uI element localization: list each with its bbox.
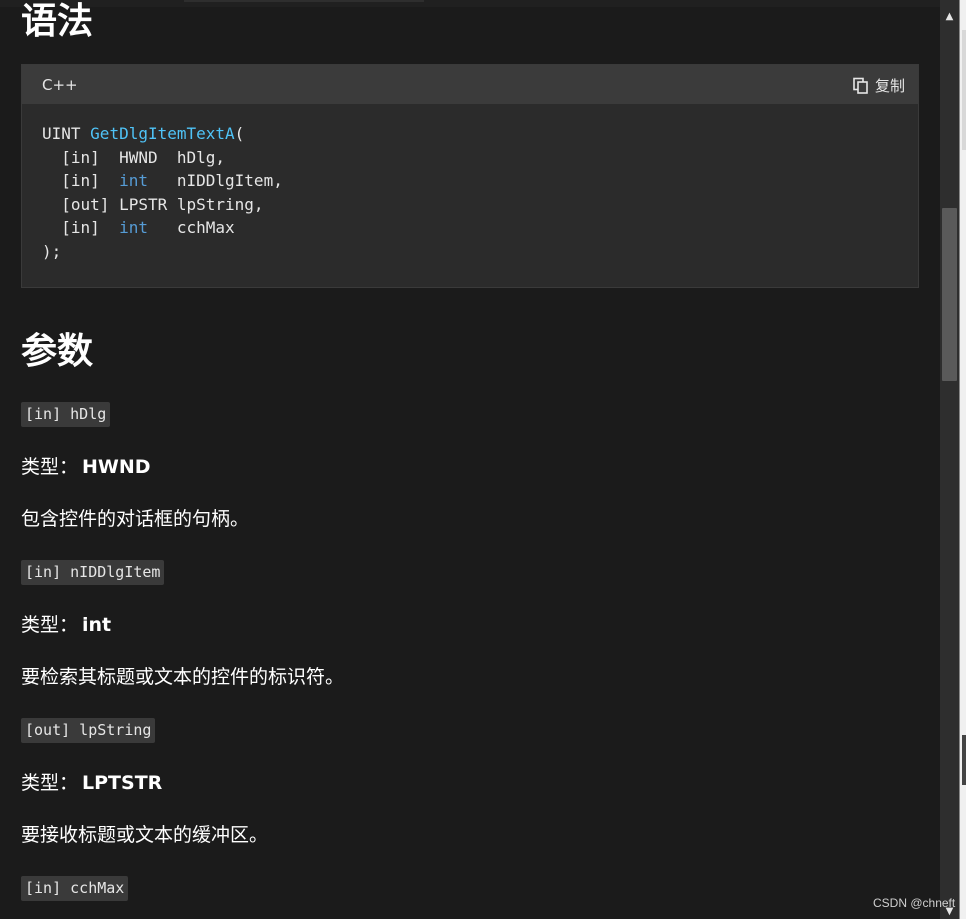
code-line: [in] HWND hDlg, xyxy=(42,147,226,167)
section-title-syntax: 语法 xyxy=(21,1,94,42)
scroll-thumb[interactable] xyxy=(942,208,957,381)
copy-button[interactable]: 复制 xyxy=(852,75,905,96)
code-body: UINT GetDlgItemTextA( [in] HWND hDlg, [i… xyxy=(42,122,283,264)
param-type-lpstring: 类型： LPTSTR xyxy=(21,772,163,794)
vertical-scrollbar[interactable]: ▲ ▼ xyxy=(940,0,959,919)
copy-icon xyxy=(853,77,868,94)
code-line: [in] int cchMax xyxy=(42,218,235,238)
param-name-hdlg: [in] hDlg xyxy=(21,402,111,427)
param-desc-niddlgitem: 要检索其标题或文本的控件的标识符。 xyxy=(21,666,345,688)
code-line: UINT GetDlgItemTextA( xyxy=(42,124,245,143)
code-header: C++ 复制 xyxy=(22,65,918,104)
scroll-up-button[interactable]: ▲ xyxy=(940,6,959,26)
code-language: C++ xyxy=(42,76,78,94)
code-keyword: int xyxy=(119,218,148,238)
code-block: C++ 复制 UINT GetDlgItemTextA( [in] HWND h… xyxy=(21,64,919,288)
code-line: [out] LPSTR lpString, xyxy=(42,194,264,214)
param-type-niddlgitem: 类型： int xyxy=(21,614,112,636)
doc-content: 语法 C++ 复制 UINT GetDlgItemTextA( [in] HWN… xyxy=(21,0,919,919)
edge-mark xyxy=(962,30,966,150)
triangle-up-icon: ▲ xyxy=(945,10,954,22)
param-desc-hdlg: 包含控件的对话框的句柄。 xyxy=(21,508,250,530)
param-type-hdlg: 类型： HWND xyxy=(21,456,151,478)
edge-mark xyxy=(962,735,966,785)
code-function-name: GetDlgItemTextA xyxy=(90,124,235,143)
copy-label: 复制 xyxy=(874,77,905,95)
param-desc-lpstring: 要接收标题或文本的缓冲区。 xyxy=(21,824,269,846)
window-edge xyxy=(959,0,966,919)
section-title-params: 参数 xyxy=(21,331,94,372)
param-name-cchmax: [in] cchMax xyxy=(21,876,129,901)
watermark: CSDN @chneft xyxy=(873,896,956,910)
param-name-lpstring: [out] lpString xyxy=(21,718,156,743)
code-line: [in] int nIDDlgItem, xyxy=(42,171,283,191)
param-name-niddlgitem: [in] nIDDlgItem xyxy=(21,560,165,585)
code-keyword: int xyxy=(119,171,148,191)
code-line: ); xyxy=(42,241,62,261)
